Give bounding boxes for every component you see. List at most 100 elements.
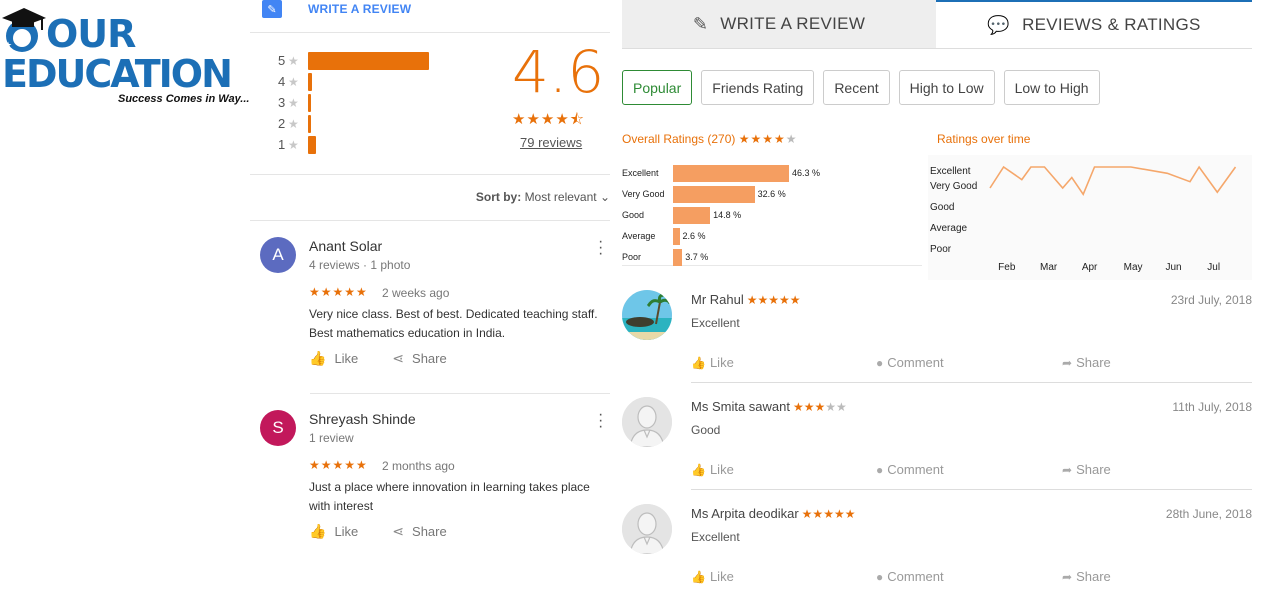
- tab-label: WRITE A REVIEW: [720, 14, 866, 33]
- reviewer-name-text: Ms Arpita deodikar: [691, 506, 799, 521]
- chart-bar-row: Excellent 46.3 %: [622, 163, 820, 183]
- overall-ratings-label: Overall Ratings (270): [622, 132, 736, 146]
- comment-label: Comment: [887, 569, 944, 584]
- like-button[interactable]: 👍 Like: [691, 569, 734, 584]
- thumbs-up-icon: 👍: [309, 523, 327, 539]
- more-options-icon[interactable]: · · ·: [598, 407, 604, 435]
- reviewer-name[interactable]: Shreyash Shinde: [309, 411, 416, 427]
- reviewer-name[interactable]: Anant Solar: [309, 238, 382, 254]
- avatar[interactable]: [622, 397, 672, 447]
- distribution-bar: [308, 135, 316, 154]
- comment-icon: ●: [876, 356, 884, 370]
- divider: [691, 489, 1252, 490]
- write-review-link[interactable]: ✎ WRITE A REVIEW: [262, 0, 411, 18]
- star-icon: ★: [288, 137, 299, 152]
- chart-bar: [673, 185, 755, 203]
- sort-dropdown[interactable]: Sort by: Most relevant ⌄: [476, 190, 610, 204]
- tab-label: REVIEWS & RATINGS: [1022, 15, 1201, 34]
- distribution-row: 4 ★: [278, 71, 429, 92]
- share-label: Share: [412, 524, 447, 539]
- stars-filled: ★★★★: [738, 132, 786, 146]
- review-date: 11th July, 2018: [1172, 400, 1252, 414]
- review-item: Mr Rahul ★★★★★ 23rd July, 2018 Excellent …: [622, 290, 1252, 397]
- like-label: Like: [709, 569, 734, 584]
- chart-bar: [673, 227, 680, 245]
- divider: [250, 220, 610, 221]
- chart-bar-row: Good 14.8 %: [622, 205, 741, 225]
- like-button[interactable]: 👍 Like: [309, 350, 358, 367]
- distribution-bar: [308, 93, 311, 112]
- stars-empty: ★★: [825, 400, 847, 414]
- logo: ★ OUR EDUCATION Success Comes in Way...: [0, 0, 252, 110]
- share-button[interactable]: ⋖ Share: [392, 523, 446, 540]
- reviewer-name[interactable]: Ms Arpita deodikar ★★★★★: [691, 506, 855, 521]
- star-icon: ★: [288, 53, 299, 68]
- comment-icon: ●: [876, 570, 884, 584]
- share-label: Share: [1076, 355, 1111, 370]
- share-button[interactable]: ➦ Share: [1062, 462, 1111, 477]
- filter-bar: Popular Friends Rating Recent High to Lo…: [622, 70, 1100, 105]
- write-review-label: WRITE A REVIEW: [308, 2, 412, 16]
- more-options-icon[interactable]: · · ·: [598, 234, 604, 262]
- google-reviews-panel: ✎ WRITE A REVIEW 5 ★ 4 ★ 3 ★ 2 ★ 1 ★ 4.6 ★★★★⯪ 79…: [250, 0, 610, 596]
- avatar[interactable]: S: [260, 410, 296, 446]
- comment-button[interactable]: ● Comment: [876, 569, 944, 584]
- review-stars: ★★★★★: [309, 458, 368, 472]
- chart-bar-row: Average 2.6 %: [622, 226, 706, 246]
- review-card: A Anant Solar 4 reviews · 1 photo · · · ★★…: [260, 234, 610, 377]
- sort-value: Most relevant: [524, 190, 597, 204]
- category-label: Average: [622, 231, 656, 241]
- distribution-row: 2 ★: [278, 113, 429, 134]
- category-label: Good: [622, 210, 645, 220]
- ratings-over-time-chart: Excellent Very Good Good Average Poor Feb Mar A…: [928, 155, 1252, 280]
- distribution-row: 1 ★: [278, 134, 429, 155]
- category-label: Very Good: [622, 189, 665, 199]
- like-button[interactable]: 👍 Like: [309, 523, 358, 540]
- like-label: Like: [334, 351, 359, 366]
- reviews-count-link[interactable]: 79 reviews: [520, 135, 582, 150]
- filter-popular[interactable]: Popular: [622, 70, 693, 105]
- share-button[interactable]: ➦ Share: [1062, 569, 1111, 584]
- average-stars: ★★★★⯪: [512, 111, 585, 128]
- chart-bar-row: Poor 3.7 %: [622, 247, 708, 267]
- filter-friends-rating[interactable]: Friends Rating: [701, 70, 815, 105]
- like-button[interactable]: 👍 Like: [691, 462, 734, 477]
- distribution-bar: [308, 51, 429, 70]
- comment-button[interactable]: ● Comment: [876, 462, 944, 477]
- filter-recent[interactable]: Recent: [823, 70, 890, 105]
- divider: [691, 382, 1252, 383]
- star-icon: ★: [288, 116, 299, 131]
- avatar[interactable]: [622, 504, 672, 554]
- avatar[interactable]: [622, 290, 672, 340]
- default-user-icon: [622, 504, 672, 554]
- data-label: 32.6 %: [757, 189, 786, 199]
- filter-low-to-high[interactable]: Low to High: [1003, 70, 1100, 105]
- tab-reviews-ratings[interactable]: 💬 REVIEWS & RATINGS: [936, 0, 1252, 48]
- logo-text-our: OUR: [46, 12, 136, 56]
- ratings-over-time-title: Ratings over time: [937, 132, 1031, 146]
- review-card: S Shreyash Shinde 1 review · · · ★★★★★ 2 m…: [260, 407, 610, 550]
- avatar[interactable]: A: [260, 237, 296, 273]
- share-button[interactable]: ⋖ Share: [392, 350, 446, 367]
- tab-write-review[interactable]: ✎ WRITE A REVIEW: [622, 0, 936, 48]
- thumbs-up-icon: 👍: [309, 350, 327, 366]
- series-line: [989, 165, 1237, 196]
- review-item: Ms Arpita deodikar ★★★★★ 28th June, 2018 …: [622, 504, 1252, 596]
- review-text: Excellent: [691, 530, 740, 544]
- review-text: Good: [691, 423, 721, 437]
- comment-label: Comment: [887, 462, 944, 477]
- distribution-row: 5 ★: [278, 50, 429, 71]
- share-button[interactable]: ➦ Share: [1062, 355, 1111, 370]
- comment-button[interactable]: ● Comment: [876, 355, 944, 370]
- reviewer-name[interactable]: Ms Smita sawant ★★★★★: [691, 399, 847, 414]
- like-button[interactable]: 👍 Like: [691, 355, 734, 370]
- reviewer-name[interactable]: Mr Rahul ★★★★★: [691, 292, 801, 307]
- share-icon: ⋖: [392, 523, 405, 539]
- reviewer-name-text: Ms Smita sawant: [691, 399, 790, 414]
- filter-high-to-low[interactable]: High to Low: [898, 70, 995, 105]
- share-arrow-icon: ➦: [1062, 356, 1073, 370]
- x-tick-label: Apr: [1081, 262, 1098, 273]
- x-tick-label: Feb: [998, 262, 1016, 273]
- divider: [622, 48, 1252, 49]
- like-label: Like: [709, 462, 734, 477]
